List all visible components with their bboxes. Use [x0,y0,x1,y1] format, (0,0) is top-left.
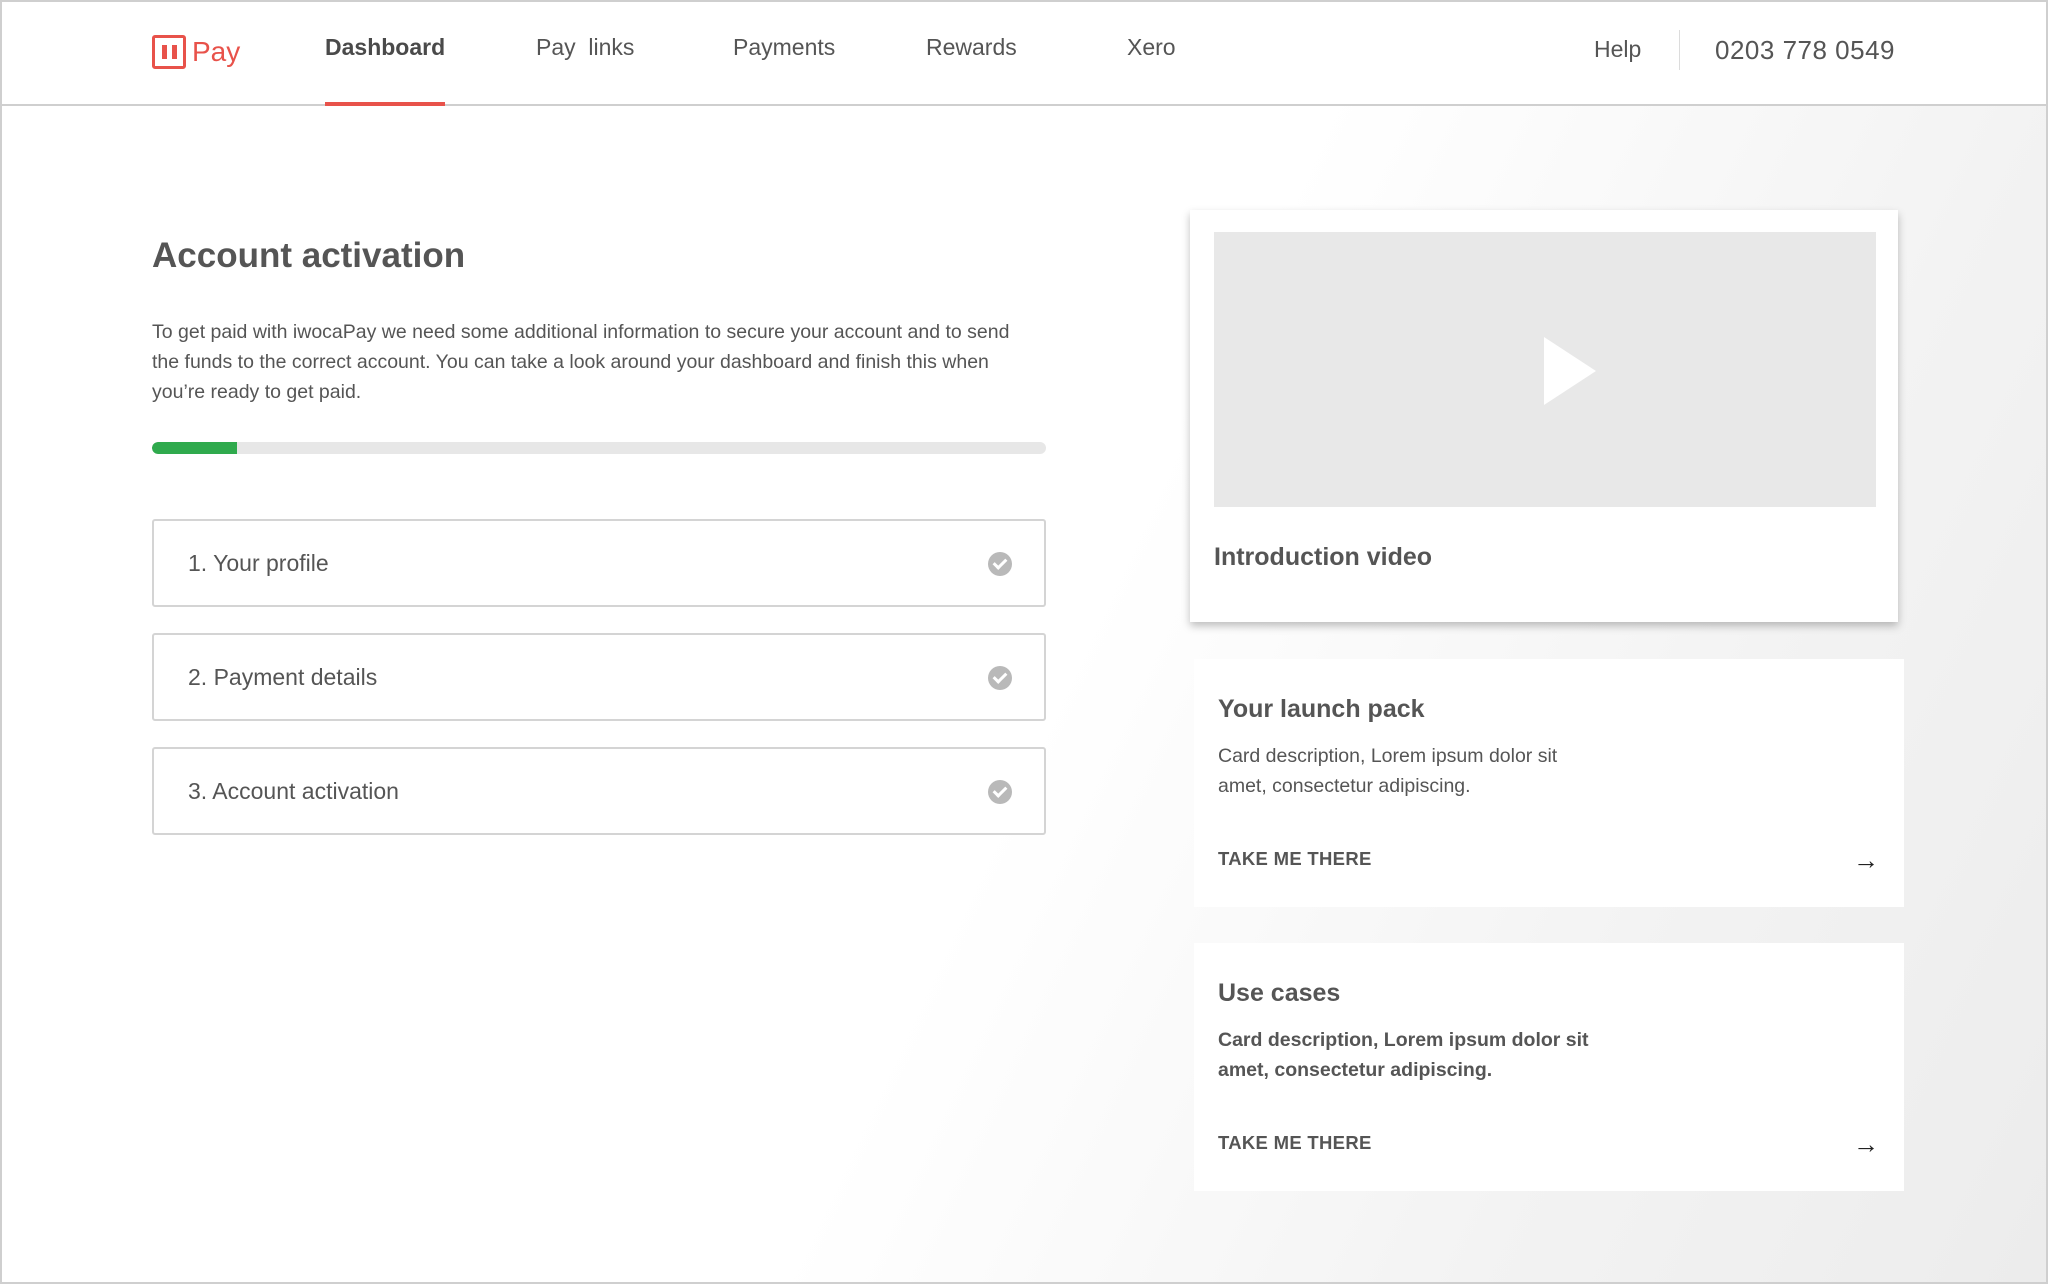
card-title: Your launch pack [1218,695,1425,723]
page-title: Account activation [152,236,466,275]
help-link[interactable]: Help [1594,36,1641,63]
step-account-activation[interactable]: 3. Account activation [152,747,1046,835]
video-player[interactable] [1214,232,1876,507]
header-divider [1679,30,1680,70]
video-title: Introduction video [1214,543,1433,571]
play-icon[interactable] [1544,337,1596,405]
logo-icon [152,35,186,69]
check-circle-icon [988,780,1012,804]
step-your-profile[interactable]: 1. Your profile [152,519,1046,607]
check-circle-icon [988,552,1012,576]
activation-description: To get paid with iwocaPay we need some a… [152,321,1010,403]
introduction-video-card: Introduction video [1190,210,1898,622]
card-description: Card description, Lorem ipsum dolor sit … [1218,1029,1589,1081]
nav-pay-links[interactable]: Pay links [536,34,634,106]
take-me-there-link[interactable]: TAKE ME THERE [1218,848,1372,870]
check-circle-icon [988,666,1012,690]
nav-dashboard[interactable]: Dashboard [325,34,446,106]
step-label: 2. Payment details [188,664,378,690]
phone-number-link[interactable]: 0203 778 0549 [1715,35,1895,66]
activation-progress-bar [152,442,1046,454]
arrow-right-icon[interactable]: → [1853,847,1879,873]
nav-payments[interactable]: Payments [733,34,835,106]
card-description: Card description, Lorem ipsum dolor sit … [1218,745,1558,797]
top-navigation-bar: Pay Dashboard Pay links Payments Rewards… [2,2,2046,106]
take-me-there-link[interactable]: TAKE ME THERE [1218,1132,1372,1154]
step-label: 1. Your profile [188,550,329,576]
use-cases-card: Use cases Card description, Lorem ipsum … [1194,943,1904,1191]
iwoca-pay-logo[interactable]: Pay [152,35,240,69]
nav-rewards[interactable]: Rewards [926,34,1017,106]
logo-text: Pay [192,36,241,67]
activation-progress-fill [152,442,237,454]
card-title: Use cases [1218,979,1341,1007]
app-frame: Pay Dashboard Pay links Payments Rewards… [0,0,2048,1284]
nav-xero[interactable]: Xero [1127,34,1176,106]
step-label: 3. Account activation [188,778,399,804]
launch-pack-card: Your launch pack Card description, Lorem… [1194,659,1904,907]
step-payment-details[interactable]: 2. Payment details [152,633,1046,721]
arrow-right-icon[interactable]: → [1853,1131,1879,1157]
